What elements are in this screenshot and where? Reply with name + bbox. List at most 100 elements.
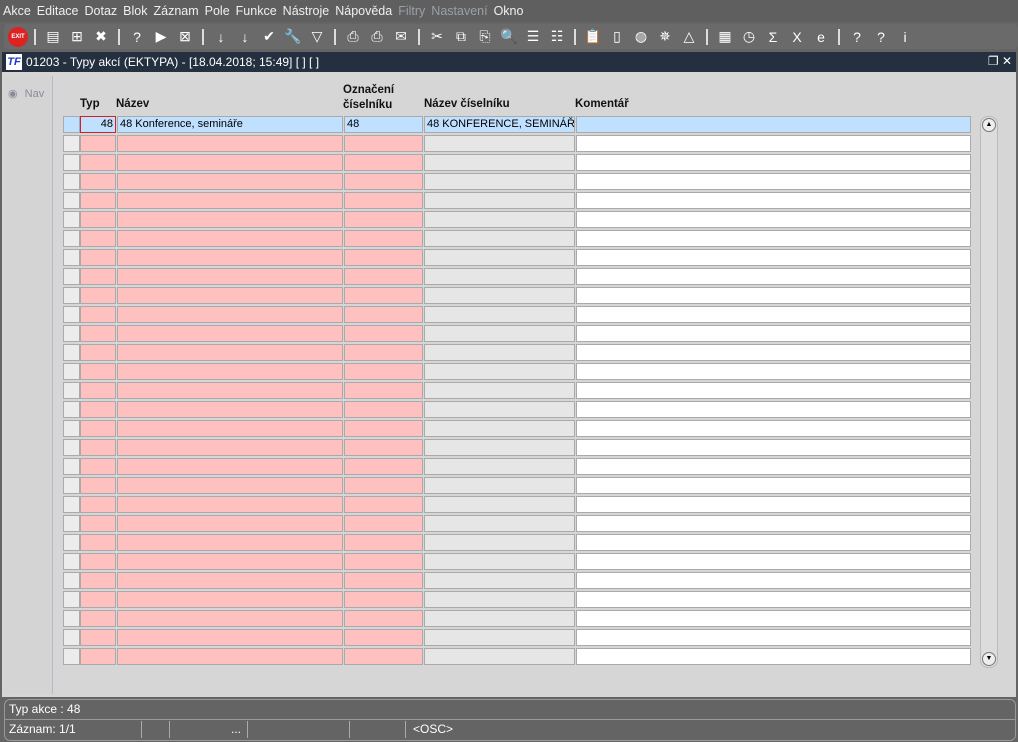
cell-oznaceni[interactable] [344, 458, 423, 475]
cell-nazev-ciselniku[interactable] [424, 572, 575, 589]
cell-typ[interactable] [80, 192, 116, 209]
cell-oznaceni[interactable] [344, 344, 423, 361]
row-selector[interactable] [63, 610, 80, 627]
cell-typ[interactable] [80, 344, 116, 361]
cell-komentar[interactable] [576, 439, 971, 456]
cell-typ[interactable] [80, 249, 116, 266]
cell-typ[interactable] [80, 306, 116, 323]
help-context-icon[interactable]: ? [846, 26, 868, 48]
print-setup-icon[interactable]: ⎙ [366, 26, 388, 48]
cell-nazev-ciselniku[interactable] [424, 610, 575, 627]
cell-nazev-ciselniku[interactable] [424, 135, 575, 152]
cell-nazev-ciselniku[interactable] [424, 458, 575, 475]
row-selector[interactable] [63, 572, 80, 589]
cell-nazev[interactable] [117, 192, 343, 209]
cell-komentar[interactable] [576, 230, 971, 247]
cell-komentar[interactable] [576, 477, 971, 494]
row-selector[interactable] [63, 344, 80, 361]
cell-typ[interactable] [80, 401, 116, 418]
cell-typ[interactable] [80, 572, 116, 589]
cell-typ[interactable] [80, 268, 116, 285]
cell-nazev-ciselniku[interactable] [424, 230, 575, 247]
cell-nazev[interactable] [117, 401, 343, 418]
cell-typ[interactable] [80, 496, 116, 513]
paste-icon[interactable]: ⎘ [474, 26, 496, 48]
row-selector[interactable] [63, 173, 80, 190]
cell-typ[interactable] [80, 382, 116, 399]
cell-oznaceni[interactable] [344, 192, 423, 209]
triangle-icon[interactable]: △ [678, 26, 700, 48]
row-selector[interactable] [63, 553, 80, 570]
cell-komentar[interactable] [576, 553, 971, 570]
cell-typ[interactable] [80, 154, 116, 171]
cell-nazev[interactable] [117, 230, 343, 247]
tree-icon[interactable]: ☷ [546, 26, 568, 48]
copy-icon[interactable]: ⧉ [450, 26, 472, 48]
row-selector[interactable] [63, 458, 80, 475]
menu-editace[interactable]: Editace [34, 4, 82, 18]
cell-oznaceni[interactable] [344, 249, 423, 266]
cell-oznaceni[interactable] [344, 553, 423, 570]
check-icon[interactable]: ✔ [258, 26, 280, 48]
cell-komentar[interactable] [576, 629, 971, 646]
cell-komentar[interactable] [576, 648, 971, 665]
chart-icon[interactable]: ▦ [714, 26, 736, 48]
cell-oznaceni[interactable] [344, 135, 423, 152]
cell-nazev[interactable] [117, 610, 343, 627]
menu-okno[interactable]: Okno [491, 4, 527, 18]
execute-query-icon[interactable]: ▶ [150, 26, 172, 48]
menu-nástroje[interactable]: Nástroje [280, 4, 333, 18]
cell-komentar[interactable] [576, 325, 971, 342]
cell-nazev-ciselniku[interactable] [424, 344, 575, 361]
cell-nazev-ciselniku[interactable] [424, 534, 575, 551]
cell-komentar[interactable] [576, 382, 971, 399]
cell-komentar[interactable] [576, 306, 971, 323]
cell-nazev-ciselniku[interactable] [424, 325, 575, 342]
cell-oznaceni[interactable] [344, 401, 423, 418]
cell-nazev[interactable] [117, 591, 343, 608]
cell-typ[interactable] [80, 420, 116, 437]
cell-nazev[interactable] [117, 173, 343, 190]
cell-nazev-ciselniku[interactable] [424, 401, 575, 418]
cell-oznaceni[interactable]: 48 [344, 116, 423, 133]
sort-desc-icon[interactable]: ↓ [234, 26, 256, 48]
cell-oznaceni[interactable] [344, 268, 423, 285]
cell-komentar[interactable] [576, 591, 971, 608]
cell-nazev[interactable] [117, 572, 343, 589]
cell-oznaceni[interactable] [344, 439, 423, 456]
vertical-scrollbar[interactable]: ▲ ▼ [980, 116, 998, 668]
cell-nazev[interactable] [117, 382, 343, 399]
cell-nazev-ciselniku[interactable] [424, 382, 575, 399]
cell-nazev-ciselniku[interactable] [424, 439, 575, 456]
cell-komentar[interactable] [576, 610, 971, 627]
cell-typ[interactable]: 48 [80, 116, 116, 133]
cell-typ[interactable] [80, 173, 116, 190]
cell-nazev-ciselniku[interactable] [424, 363, 575, 380]
cell-oznaceni[interactable] [344, 515, 423, 532]
cell-nazev-ciselniku[interactable] [424, 420, 575, 437]
cell-nazev-ciselniku[interactable] [424, 287, 575, 304]
cell-komentar[interactable] [576, 287, 971, 304]
scroll-down-icon[interactable]: ▼ [982, 652, 996, 666]
sum-icon[interactable]: Σ [762, 26, 784, 48]
cell-nazev[interactable] [117, 363, 343, 380]
cell-typ[interactable] [80, 230, 116, 247]
cell-nazev[interactable] [117, 534, 343, 551]
menu-záznam[interactable]: Záznam [150, 4, 201, 18]
cell-nazev[interactable] [117, 496, 343, 513]
cell-komentar[interactable] [576, 401, 971, 418]
help-icon[interactable]: ? [870, 26, 892, 48]
cell-nazev-ciselniku[interactable] [424, 173, 575, 190]
cell-nazev[interactable] [117, 249, 343, 266]
row-selector[interactable] [63, 477, 80, 494]
row-selector[interactable] [63, 382, 80, 399]
cell-nazev-ciselniku[interactable] [424, 648, 575, 665]
menu-nápověda[interactable]: Nápověda [332, 4, 395, 18]
cell-komentar[interactable] [576, 116, 971, 133]
cell-oznaceni[interactable] [344, 306, 423, 323]
cell-nazev[interactable] [117, 287, 343, 304]
cell-typ[interactable] [80, 591, 116, 608]
cell-nazev-ciselniku[interactable] [424, 629, 575, 646]
cell-typ[interactable] [80, 439, 116, 456]
cell-nazev[interactable] [117, 154, 343, 171]
